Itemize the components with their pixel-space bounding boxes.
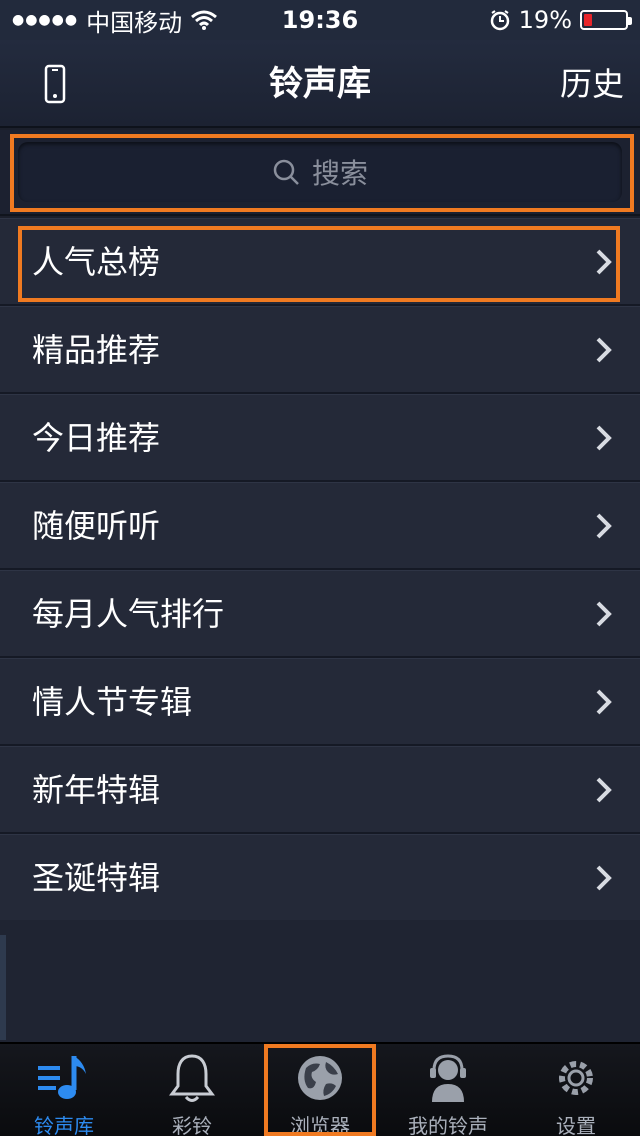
tab-ringtone-library[interactable]: 铃声库	[0, 1044, 128, 1136]
chevron-right-icon	[596, 601, 612, 627]
search-icon	[273, 159, 299, 185]
tab-label: 设置	[556, 1114, 596, 1136]
battery-icon	[580, 10, 632, 30]
background-strip	[0, 935, 6, 1040]
list-item[interactable]: 新年特辑	[0, 746, 640, 834]
chevron-right-icon	[596, 249, 612, 275]
status-right: 19%	[489, 0, 632, 40]
history-button[interactable]: 历史	[560, 40, 624, 128]
list-item-label: 圣诞特辑	[32, 859, 161, 897]
search-area: 搜索	[0, 130, 640, 216]
list-item[interactable]: 圣诞特辑	[0, 834, 640, 922]
chevron-right-icon	[596, 777, 612, 803]
empty-list-area	[0, 920, 640, 1042]
chevron-right-icon	[596, 337, 612, 363]
page-title: 铃声库	[269, 64, 371, 104]
list-item[interactable]: 每月人气排行	[0, 570, 640, 658]
chevron-right-icon	[596, 689, 612, 715]
list-item[interactable]: 人气总榜	[0, 218, 640, 306]
chevron-right-icon	[596, 513, 612, 539]
tab-bar: 铃声库 彩铃 浏览器 我的铃声 设置	[0, 1042, 640, 1136]
list-item-label: 随便听听	[32, 507, 161, 545]
tab-color-ringtone[interactable]: 彩铃	[128, 1044, 256, 1136]
tab-settings[interactable]: 设置	[512, 1044, 640, 1136]
tab-label: 彩铃	[172, 1114, 212, 1136]
list-item-label: 精品推荐	[32, 331, 161, 369]
search-input[interactable]: 搜索	[18, 142, 622, 202]
list-item[interactable]: 情人节专辑	[0, 658, 640, 746]
globe-icon	[298, 1056, 342, 1100]
tab-label: 我的铃声	[408, 1114, 488, 1136]
headset-user-icon	[430, 1054, 466, 1102]
chevron-right-icon	[596, 425, 612, 451]
chevron-right-icon	[596, 865, 612, 891]
list-item[interactable]: 精品推荐	[0, 306, 640, 394]
battery-percent: 19%	[518, 6, 572, 34]
tab-label: 铃声库	[34, 1114, 94, 1136]
list-item-label: 情人节专辑	[32, 683, 193, 721]
bell-icon	[169, 1054, 215, 1102]
list-item-label: 每月人气排行	[32, 595, 225, 633]
list-item-label: 今日推荐	[32, 419, 161, 457]
tab-my-ringtones[interactable]: 我的铃声	[384, 1044, 512, 1136]
list-item[interactable]: 今日推荐	[0, 394, 640, 482]
tab-browser[interactable]: 浏览器	[256, 1044, 384, 1136]
battery-level	[584, 14, 592, 26]
tab-label: 浏览器	[290, 1114, 350, 1136]
status-bar: ●●●●● 中国移动 19:36 19%	[0, 0, 640, 40]
alarm-icon	[490, 10, 509, 31]
search-placeholder: 搜索	[311, 157, 368, 190]
list-item[interactable]: 随便听听	[0, 482, 640, 570]
nav-bar: 铃声库 历史	[0, 40, 640, 128]
list-item-label: 人气总榜	[32, 243, 161, 281]
gear-icon	[559, 1061, 593, 1095]
music-note-icon	[38, 1056, 86, 1099]
ringtone-category-list: 人气总榜 精品推荐 今日推荐 随便听听 每月人气排行 情人节专辑 新年特辑 圣诞…	[0, 218, 640, 922]
list-item-label: 新年特辑	[32, 771, 161, 809]
